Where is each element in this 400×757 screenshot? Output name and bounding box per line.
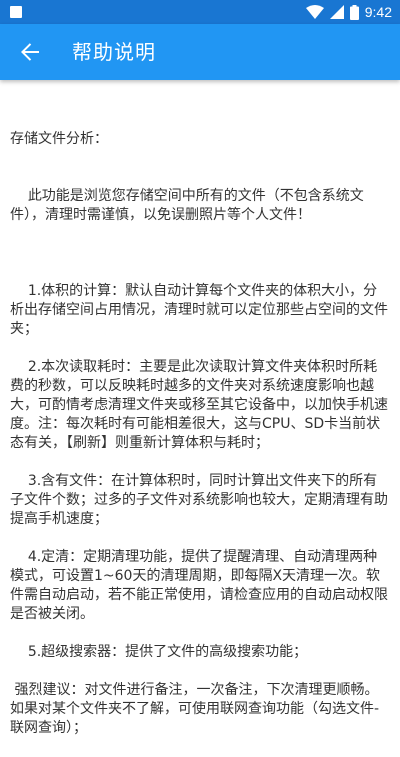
help-paragraph-scheduled-clean: 4.定清：定期清理功能，提供了提醒清理、自动清理两种模式，可设置1~60天的清理… bbox=[10, 549, 388, 622]
notification-square-icon bbox=[10, 6, 22, 18]
help-paragraph-super-search: 5.超级搜索器：提供了文件的高级搜索功能； bbox=[10, 644, 308, 660]
app-bar: 帮助说明 bbox=[0, 24, 400, 80]
intro-section: 存储文件分析： 此功能是浏览您存储空间中所有的文件（不包含系统文件），清理时需谨… bbox=[10, 92, 390, 263]
status-time: 9:42 bbox=[364, 4, 392, 20]
page-title: 帮助说明 bbox=[72, 40, 156, 64]
signal-icon bbox=[329, 5, 344, 19]
help-paragraph-read-time: 2.本次读取耗时：主要是此次读取计算文件夹体积时所耗费的秒数，可以反映耗时越多的… bbox=[10, 359, 388, 451]
back-button[interactable] bbox=[6, 28, 54, 76]
arrow-back-icon bbox=[21, 43, 39, 61]
help-content: 存储文件分析： 此功能是浏览您存储空间中所有的文件（不包含系统文件），清理时需谨… bbox=[10, 92, 390, 757]
intro-body: 此功能是浏览您存储空间中所有的文件（不包含系统文件），清理时需谨慎，以免误删照片… bbox=[10, 188, 364, 223]
help-paragraph-volume: 1.体积的计算：默认自动计算每个文件夹的体积大小，分析出存储空间占用情况，清理时… bbox=[10, 283, 388, 337]
battery-icon bbox=[349, 4, 359, 20]
help-paragraph-file-count: 3.含有文件：在计算体积时，同时计算出文件夹下的所有子文件个数；过多的子文件对系… bbox=[10, 473, 388, 527]
status-bar: 9:42 bbox=[0, 0, 400, 24]
intro-heading: 存储文件分析： bbox=[10, 131, 108, 147]
status-right: 9:42 bbox=[305, 0, 392, 24]
wifi-icon bbox=[305, 5, 324, 19]
